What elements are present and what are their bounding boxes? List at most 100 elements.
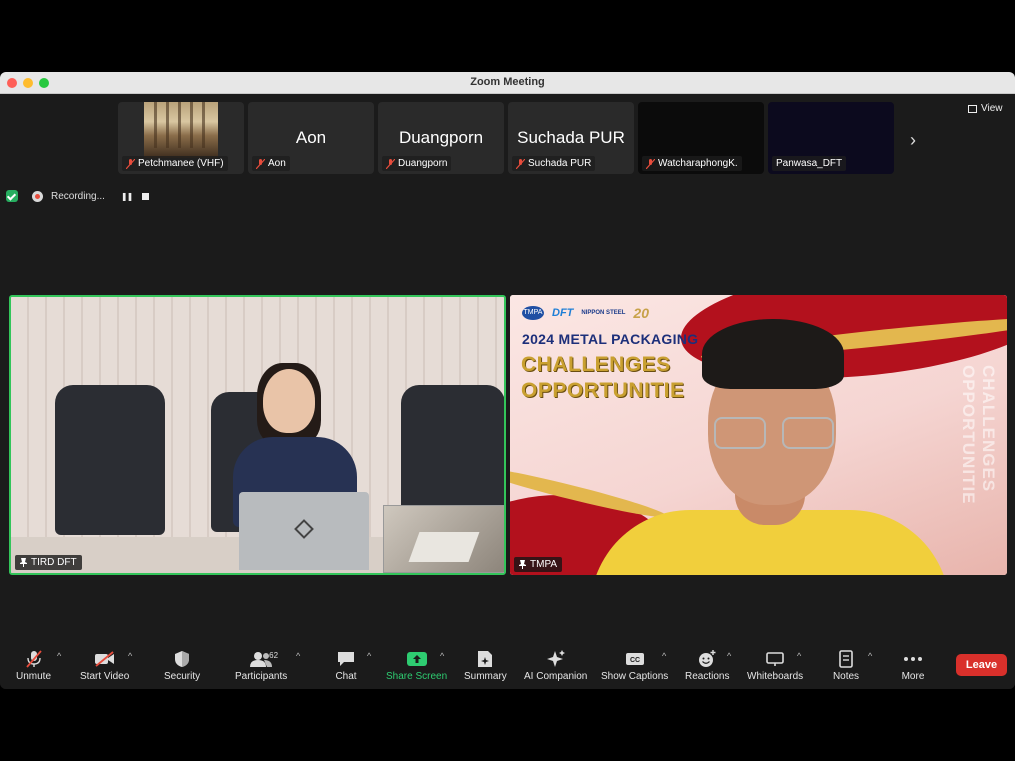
- reactions-label: Reactions: [685, 671, 730, 682]
- smiley-icon: [693, 649, 721, 669]
- mic-muted-icon: [256, 158, 265, 169]
- participant-name-tag: Aon: [252, 156, 290, 171]
- video-name: TIRD DFT: [31, 557, 77, 568]
- video-options-caret-icon[interactable]: ^: [128, 651, 132, 661]
- chat-label: Chat: [335, 671, 357, 682]
- notes-label: Notes: [832, 671, 860, 682]
- speaker-face: [263, 369, 315, 433]
- video-off-icon: [91, 649, 119, 669]
- security-button[interactable]: Security: [164, 649, 200, 682]
- view-button-label: View: [981, 103, 1003, 114]
- mic-muted-icon: [386, 158, 395, 169]
- stop-recording-icon[interactable]: [142, 192, 150, 200]
- ai-companion-button[interactable]: AI Companion: [524, 649, 587, 682]
- participant-name-tag: Panwasa_DFT: [772, 156, 847, 171]
- svg-text:CC: CC: [630, 657, 640, 664]
- screen: Zoom Meeting Petchmanee (VHF) Aon Aon Du…: [0, 0, 1015, 761]
- participant-name-tag: Suchada PUR: [512, 156, 596, 171]
- reactions-button[interactable]: Reactions: [685, 649, 729, 682]
- presenter-hair: [702, 319, 844, 389]
- mic-muted-icon: [20, 649, 48, 669]
- mic-muted-icon: [516, 158, 525, 169]
- participant-thumbnail[interactable]: Panwasa_DFT: [768, 102, 894, 174]
- window-title: Zoom Meeting: [470, 76, 545, 88]
- show-captions-label: Show Captions: [601, 671, 669, 682]
- recording-label: Recording...: [51, 190, 105, 202]
- view-button[interactable]: View: [968, 103, 1003, 114]
- whiteboards-button[interactable]: Whiteboards: [747, 649, 803, 682]
- closed-captions-icon: CC: [621, 649, 649, 669]
- participant-name-tag: Duangporn: [382, 156, 452, 171]
- share-screen-button[interactable]: Share Screen: [386, 649, 447, 682]
- zoom-window: Zoom Meeting Petchmanee (VHF) Aon Aon Du…: [0, 72, 1015, 689]
- title-bar: Zoom Meeting: [0, 72, 1015, 94]
- slide-heading-line-2: OPPORTUNITIE: [521, 379, 685, 402]
- pause-recording-icon[interactable]: ❚❚: [121, 192, 133, 201]
- pin-icon: [519, 560, 526, 569]
- video-tile-active-speaker[interactable]: TIRD DFT: [9, 295, 506, 575]
- participant-video: [144, 102, 218, 158]
- audio-options-caret-icon[interactable]: ^: [57, 651, 61, 661]
- chat-button[interactable]: Chat: [332, 649, 360, 682]
- more-button[interactable]: More: [899, 649, 927, 682]
- meeting-room-inset: [383, 505, 504, 573]
- nippon-steel-logo: NIPPON STEEL: [581, 309, 626, 316]
- video-tile-presenter[interactable]: TMPA DFT NIPPON STEEL 20 2024 METAL PACK…: [510, 295, 1007, 575]
- whiteboards-label: Whiteboards: [747, 671, 804, 682]
- mic-muted-icon: [126, 158, 135, 169]
- notes-caret-icon[interactable]: ^: [868, 651, 872, 661]
- participants-button[interactable]: 62 Participants: [235, 649, 287, 682]
- whiteboard-icon: [761, 649, 789, 669]
- participant-display-name: Duangporn: [398, 128, 484, 147]
- share-screen-icon: [403, 649, 431, 669]
- glasses-lens: [714, 417, 766, 449]
- pin-icon: [20, 558, 27, 567]
- meeting-toolbar: Unmute ^ Start Video ^ Security 62 Parti…: [0, 641, 1015, 689]
- participant-thumbnail[interactable]: Petchmanee (VHF): [118, 102, 244, 174]
- people-icon: 62: [247, 649, 279, 669]
- start-video-button[interactable]: Start Video: [80, 649, 129, 682]
- participant-name: Duangporn: [398, 158, 448, 169]
- glasses-lens: [782, 417, 834, 449]
- leave-button[interactable]: Leave: [956, 654, 1007, 676]
- summary-doc-icon: [471, 649, 499, 669]
- participants-label: Participants: [235, 671, 288, 682]
- chat-caret-icon[interactable]: ^: [367, 651, 371, 661]
- participant-name: Aon: [268, 158, 286, 169]
- video-name: TMPA: [530, 559, 558, 570]
- notes-button[interactable]: Notes: [832, 649, 860, 682]
- unmute-label: Unmute: [16, 671, 52, 682]
- slide-heading-line-1: CHALLENGES: [521, 353, 671, 376]
- show-captions-button[interactable]: CC Show Captions: [601, 649, 668, 682]
- summary-label: Summary: [464, 671, 507, 682]
- more-label: More: [901, 671, 925, 682]
- mic-muted-icon: [646, 158, 655, 169]
- captions-caret-icon[interactable]: ^: [662, 651, 666, 661]
- laptop: [239, 492, 369, 570]
- participants-count: 62: [269, 651, 279, 660]
- shield-icon: [168, 649, 196, 669]
- whiteboards-caret-icon[interactable]: ^: [797, 651, 801, 661]
- next-page-chevron-icon[interactable]: ›: [905, 130, 921, 150]
- participant-name: Panwasa_DFT: [776, 158, 843, 169]
- grid-view-icon: [968, 104, 977, 113]
- reactions-caret-icon[interactable]: ^: [727, 651, 731, 661]
- security-label: Security: [164, 671, 201, 682]
- share-options-caret-icon[interactable]: ^: [440, 651, 444, 661]
- participant-name: Petchmanee (VHF): [138, 158, 224, 169]
- participant-thumbnail[interactable]: Suchada PUR Suchada PUR: [508, 102, 634, 174]
- participants-caret-icon[interactable]: ^: [296, 651, 300, 661]
- encryption-shield-icon[interactable]: [6, 190, 18, 202]
- slide-vertical-text: CHALLENGES OPPORTUNITIE: [959, 365, 998, 505]
- video-name-tag: TMPA: [514, 557, 563, 572]
- participant-display-name: Suchada PUR: [517, 128, 625, 147]
- participant-thumbnail[interactable]: Duangporn Duangporn: [378, 102, 504, 174]
- summary-button[interactable]: Summary: [464, 649, 507, 682]
- ai-companion-label: AI Companion: [524, 671, 588, 682]
- start-video-label: Start Video: [80, 671, 130, 682]
- participant-thumbnail[interactable]: Aon Aon: [248, 102, 374, 174]
- more-dots-icon: [899, 649, 927, 669]
- unmute-button[interactable]: Unmute: [16, 649, 51, 682]
- chat-bubble-icon: [332, 649, 360, 669]
- participant-thumbnail[interactable]: WatcharaphongK.: [638, 102, 764, 174]
